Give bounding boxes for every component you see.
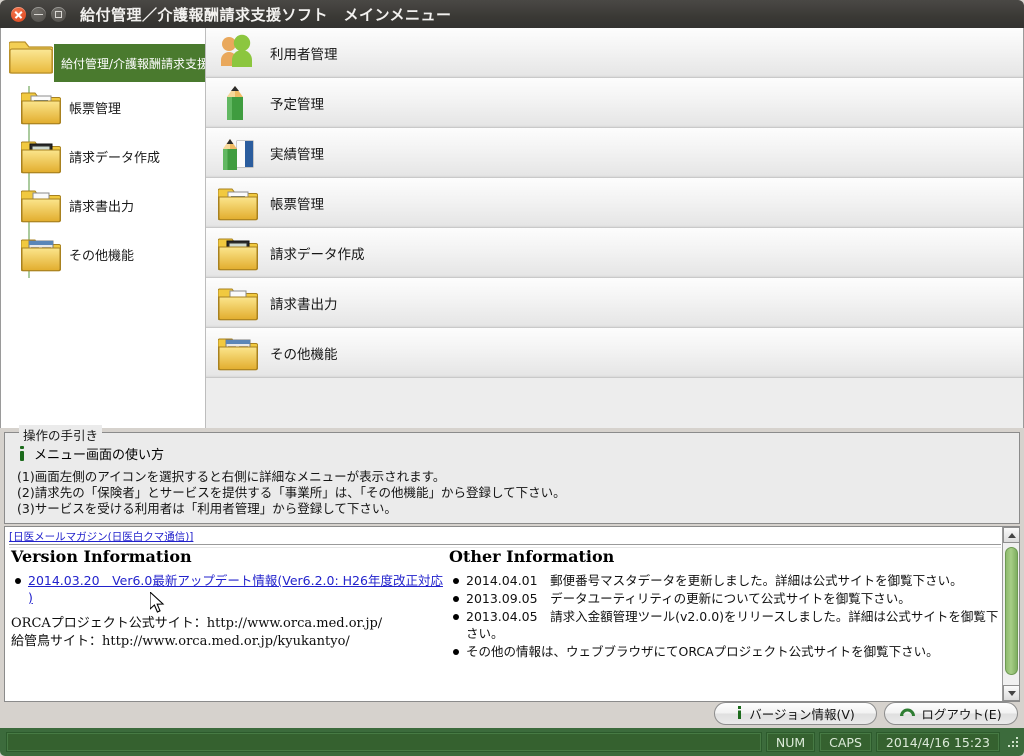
pencil-icon	[218, 83, 258, 123]
sidebar-item-chohyo-kanri[interactable]: 帳票管理	[21, 84, 201, 130]
title-bar: 給付管理／介護報酬請求支援ソフト メインメニュー	[0, 0, 1024, 28]
info-icon	[736, 705, 743, 722]
folder-calculator-icon	[21, 141, 61, 174]
version-information-heading: Version Information	[11, 547, 192, 566]
menu-row-riyosha-kanri[interactable]: 利用者管理	[206, 28, 1023, 78]
people-icon	[218, 33, 258, 73]
update-info-link[interactable]: 2014.03.20 Ver6.0最新アップデート情報(Ver6.2.0: H2…	[28, 573, 443, 605]
scroll-down-icon[interactable]	[1003, 685, 1019, 701]
orca-official-site: ORCAプロジェクト公式サイト：http://www.orca.med.or.j…	[11, 616, 383, 631]
status-caps-indicator: CAPS	[819, 732, 872, 752]
main-content-area: 給付管理/介護報酬請求支援 帳票管理 請求データ作成 請求書出力 その他機能 利…	[0, 28, 1024, 428]
guide-subtitle-row: メニュー画面の使い方	[17, 444, 164, 463]
scrollbar-thumb[interactable]	[1005, 547, 1018, 675]
category-tree-pane: 給付管理/介護報酬請求支援 帳票管理 請求データ作成 請求書出力 その他機能	[1, 28, 205, 428]
version-bullet-list: 2014.03.20 Ver6.0最新アップデート情報(Ver6.2.0: H2…	[11, 572, 451, 606]
window-controls	[11, 6, 66, 22]
menu-row-label: 帳票管理	[270, 196, 324, 213]
window-title: 給付管理／介護報酬請求支援ソフト メインメニュー	[80, 5, 452, 24]
logout-button[interactable]: ログアウト(E)	[884, 702, 1018, 725]
information-panel: [日医メールマガジン(日医白クマ通信)] Version Information…	[4, 526, 1020, 702]
sidebar-item-seikyu-data[interactable]: 請求データ作成	[21, 133, 201, 179]
folder-calculator-icon	[217, 233, 259, 273]
menu-list-pane: 利用者管理 予定管理 実績管理 帳票管理 請求データ作成 請求書出力 その他機能	[205, 28, 1023, 428]
other-information-column: Other Information 2014.04.01 郵便番号マスタデータを…	[449, 547, 1001, 661]
other-bullet-list: 2014.04.01 郵便番号マスタデータを更新しました。詳細は公式サイトを御覧…	[449, 572, 1001, 660]
menu-row-chohyo-kanri[interactable]: 帳票管理	[206, 178, 1023, 228]
list-item: 2013.09.05 データユーティリティの更新について公式サイトを御覧下さい。	[449, 590, 1001, 607]
menu-row-seikyusho-shutsuryoku[interactable]: 請求書出力	[206, 278, 1023, 328]
operation-guide-panel: 操作の手引き メニュー画面の使い方 (1)画面左側のアイコンを選択すると右側に詳…	[4, 425, 1020, 524]
menu-row-label: 請求書出力	[270, 296, 338, 313]
sidebar-item-seikyusho-shutsuryoku[interactable]: 請求書出力	[21, 182, 201, 228]
scroll-up-icon[interactable]	[1003, 527, 1019, 543]
guide-legend: 操作の手引き	[19, 425, 103, 444]
status-message-area	[6, 732, 762, 752]
menu-row-label: 予定管理	[270, 96, 324, 113]
resize-grip-icon[interactable]	[1004, 732, 1020, 752]
version-info-label: バージョン情報(V)	[749, 707, 855, 722]
version-information-column: Version Information 2014.03.20 Ver6.0最新ア…	[11, 547, 451, 651]
menu-row-yotei-kanri[interactable]: 予定管理	[206, 78, 1023, 128]
button-bar: バージョン情報(V) ログアウト(E)	[0, 700, 1024, 728]
application-window: 給付管理／介護報酬請求支援ソフト メインメニュー 給付管理/介護報酬請求支援 帳…	[0, 0, 1024, 756]
guide-subtitle: メニュー画面の使い方	[34, 448, 165, 463]
menu-row-sonota-kinou[interactable]: その他機能	[206, 328, 1023, 378]
status-bar: NUM CAPS 2014/4/16 15:23	[0, 728, 1024, 756]
list-item: 2014.04.01 郵便番号マスタデータを更新しました。詳細は公式サイトを御覧…	[449, 572, 1001, 589]
sidebar-item-label: その他機能	[69, 248, 135, 264]
folder-table-icon	[21, 239, 61, 272]
menu-row-label: 実績管理	[270, 146, 324, 163]
info-vertical-scrollbar[interactable]	[1002, 527, 1019, 701]
folder-document-icon	[217, 183, 259, 223]
kyukantyo-site: 給管鳥サイト：http://www.orca.med.or.jp/kyukant…	[11, 634, 350, 649]
folder-printer-icon	[21, 190, 61, 223]
minimize-icon[interactable]	[31, 6, 46, 22]
folder-document-icon	[21, 92, 61, 125]
sidebar-item-label: 請求書出力	[69, 199, 135, 215]
logout-arc-icon	[900, 706, 916, 721]
menu-row-label: 利用者管理	[270, 46, 338, 63]
folder-printer-icon	[217, 283, 259, 323]
folder-icon	[9, 41, 53, 74]
sidebar-item-label: 請求データ作成	[69, 150, 161, 166]
other-information-heading: Other Information	[449, 547, 615, 566]
menu-row-seikyu-data[interactable]: 請求データ作成	[206, 228, 1023, 278]
list-item: その他の情報は、ウェブブラウザにてORCAプロジェクト公式サイトを御覧下さい。	[449, 643, 1001, 660]
tree-header-label: 給付管理/介護報酬請求支援	[54, 44, 205, 82]
folder-table-icon	[217, 333, 259, 373]
version-info-button[interactable]: バージョン情報(V)	[714, 702, 877, 725]
menu-row-label: 請求データ作成	[270, 246, 365, 263]
close-icon[interactable]	[11, 6, 26, 22]
status-datetime: 2014/4/16 15:23	[875, 732, 1000, 752]
mail-magazine-link[interactable]: [日医メールマガジン(日医白クマ通信)]	[9, 529, 193, 544]
tree-header-selected[interactable]: 給付管理/介護報酬請求支援	[9, 30, 205, 82]
sidebar-item-sonota-kinou[interactable]: その他機能	[21, 231, 201, 277]
sidebar-item-label: 帳票管理	[69, 101, 122, 117]
logout-label: ログアウト(E)	[921, 707, 1002, 722]
guide-line-3: (3)サービスを受ける利用者は「利用者管理」から登録して下さい。	[17, 501, 397, 516]
info-columns: Version Information 2014.03.20 Ver6.0最新ア…	[5, 547, 1005, 701]
list-item: 2014.03.20 Ver6.0最新アップデート情報(Ver6.2.0: H2…	[11, 572, 451, 606]
maximize-icon[interactable]	[51, 6, 66, 22]
menu-row-jisseki-kanri[interactable]: 実績管理	[206, 128, 1023, 178]
pencil-book-icon	[218, 133, 258, 173]
info-icon	[17, 446, 27, 461]
orca-site-lines: ORCAプロジェクト公式サイト：http://www.orca.med.or.j…	[11, 615, 451, 651]
status-num-indicator: NUM	[765, 732, 816, 752]
menu-row-label: その他機能	[270, 346, 338, 363]
list-item: 2013.04.05 請求入金額管理ツール(v2.0.0)をリリースしました。詳…	[449, 608, 1001, 642]
